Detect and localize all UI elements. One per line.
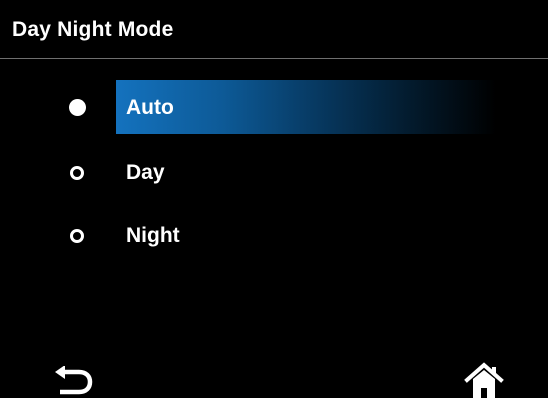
- mode-option-list: Auto Day Night: [0, 0, 548, 398]
- back-arrow-icon: [55, 366, 93, 395]
- option-night[interactable]: Night: [0, 208, 548, 262]
- radio-indicator: [70, 229, 84, 243]
- home-button[interactable]: [464, 362, 504, 398]
- option-day[interactable]: Day: [0, 145, 548, 199]
- option-label: Day: [126, 161, 165, 184]
- radio-indicator: [70, 166, 84, 180]
- radio-indicator: [69, 99, 86, 116]
- option-auto[interactable]: Auto: [0, 80, 548, 134]
- option-label: Auto: [126, 96, 174, 119]
- home-icon: [464, 362, 504, 398]
- option-label: Night: [126, 224, 180, 247]
- back-button[interactable]: [52, 366, 100, 398]
